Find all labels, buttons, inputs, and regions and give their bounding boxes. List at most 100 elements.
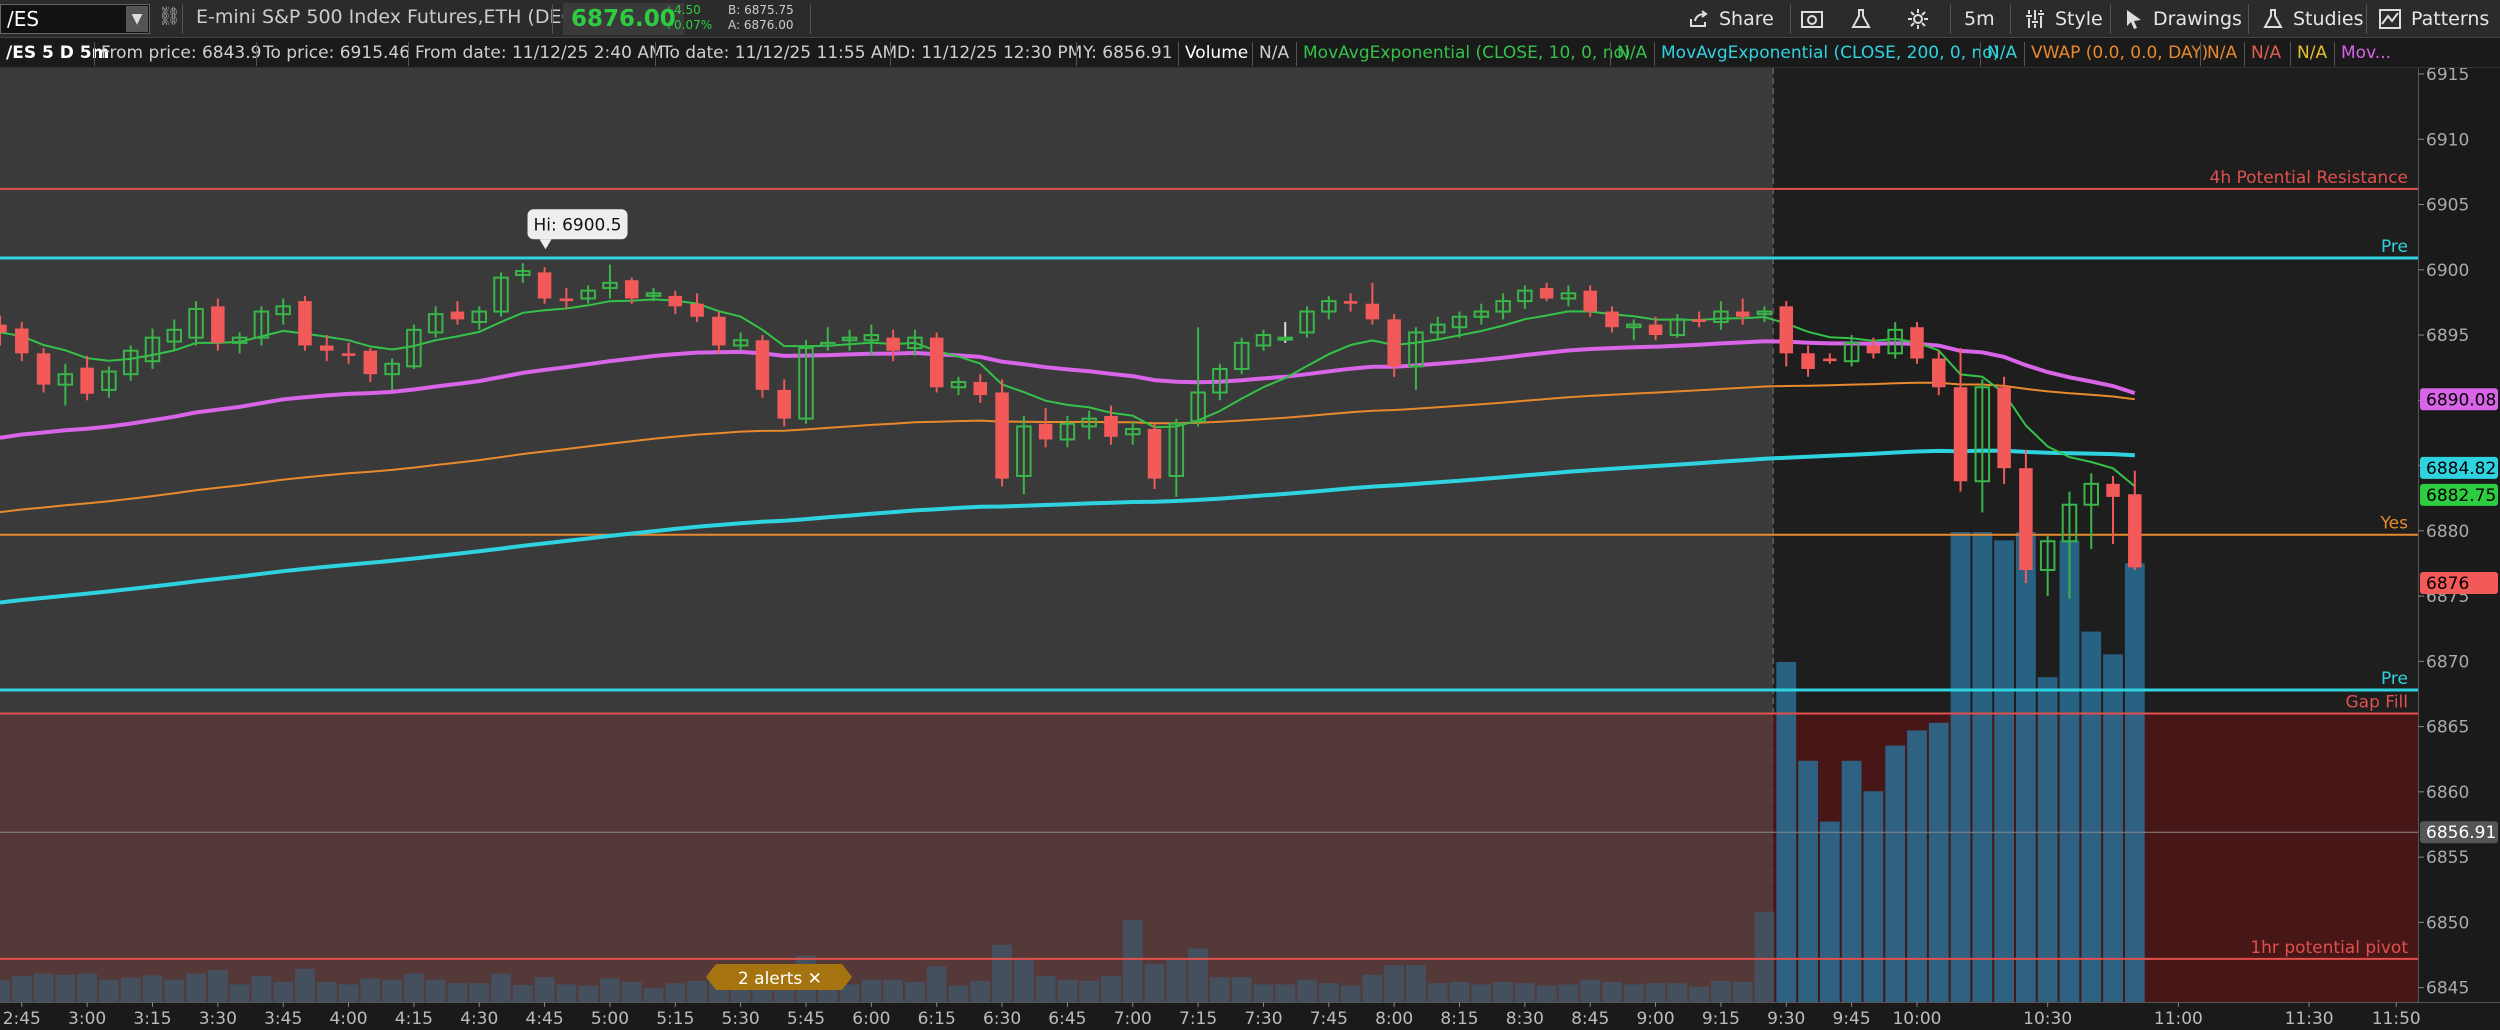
candle-body-down[interactable] [450, 311, 465, 320]
toolbar-divider [2366, 4, 2367, 34]
net-change: +4.50 +0.07% [664, 3, 712, 33]
candle-body-down[interactable] [1779, 306, 1794, 354]
volume-bar [425, 979, 446, 1002]
candle-body-down[interactable] [537, 272, 552, 299]
candle-body-down[interactable] [1038, 423, 1053, 440]
price-chart[interactable]: 4h Potential Resistance Pre Yes Pre Gap Fill… [0, 68, 2500, 1030]
candle-body-down[interactable] [80, 367, 94, 394]
candle-body-down[interactable] [668, 295, 683, 307]
candle-body-down[interactable] [1801, 353, 1815, 369]
share-label: Share [1719, 8, 1774, 30]
volume-value: N/A [1252, 42, 1295, 66]
candle-body-down[interactable] [1866, 345, 1881, 354]
candle-body-down[interactable] [2106, 483, 2120, 497]
volume-bar [1122, 920, 1143, 1002]
timeframe-label: 5m [1964, 8, 1995, 30]
vwap-label[interactable]: VWAP (0.0, 0.0, DAY) [2024, 42, 2214, 66]
candle-body-down[interactable] [755, 340, 770, 390]
x-tick-label: 7:00 [1114, 1009, 1152, 1029]
share-button[interactable]: Share [1688, 0, 1774, 38]
candle-body-up[interactable] [1277, 336, 1293, 341]
volume-bar [1863, 791, 1884, 1002]
volume-bar [1907, 730, 1927, 1002]
flask-button[interactable] [1850, 0, 1872, 38]
volume-bar [316, 982, 337, 1002]
candle-body-down[interactable] [995, 392, 1009, 479]
candle-body-down[interactable] [624, 280, 639, 299]
settings-button[interactable] [1907, 0, 1929, 38]
x-tick-label: 8:00 [1375, 1009, 1413, 1029]
timeframe-button[interactable]: 5m [1964, 0, 1995, 38]
candle-body-down[interactable] [559, 298, 574, 302]
x-tick-label: 10:30 [2023, 1009, 2072, 1029]
volume-label[interactable]: Volume [1178, 42, 1254, 66]
snapshot-button[interactable] [1800, 0, 1824, 38]
x-tick-label: 11:50 [2372, 1009, 2421, 1029]
volume-bar [600, 978, 620, 1002]
candle-body-down[interactable] [1387, 319, 1401, 367]
candle-body-down[interactable] [1823, 358, 1837, 362]
candle-body-down[interactable] [0, 324, 7, 333]
candle-body-down[interactable] [1365, 303, 1380, 320]
candle-body-down[interactable] [1605, 311, 1619, 328]
ema200-label[interactable]: MovAvgExponential (CLOSE, 200, 0, no) [1654, 42, 2005, 66]
y-tick-label: 6855 [2426, 848, 2469, 868]
link-icon[interactable]: ⛓ [158, 6, 181, 32]
toolbar-divider [810, 4, 811, 34]
candle-body-down[interactable] [2019, 468, 2033, 570]
style-button[interactable]: Style [2024, 0, 2103, 38]
volume-bar [1340, 985, 1361, 1002]
patterns-button[interactable]: Patterns [2378, 0, 2489, 38]
candle-body-down[interactable] [690, 303, 704, 317]
x-tick-label: 7:30 [1244, 1009, 1282, 1029]
candle-body-down[interactable] [973, 382, 988, 396]
x-tick-label: 2:45 [3, 1009, 41, 1029]
candle-body-down[interactable] [929, 337, 944, 388]
volume-bar [338, 984, 359, 1002]
candle-body-down[interactable] [1997, 387, 2011, 469]
y-tick-label: 6915 [2426, 68, 2469, 85]
candle-body-down[interactable] [1932, 358, 1946, 388]
candle-body-down[interactable] [1583, 290, 1597, 312]
candle-body-down[interactable] [363, 350, 378, 375]
x-tick-label: 3:15 [133, 1009, 171, 1029]
volume-bar [1057, 979, 1078, 1002]
candle-body-down[interactable] [1953, 387, 1968, 482]
chevron-down-icon[interactable]: ▼ [126, 6, 148, 32]
candle-body-down[interactable] [211, 306, 225, 343]
studies-button[interactable]: Studies [2262, 0, 2363, 38]
x-tick-label: 4:00 [329, 1009, 367, 1029]
y-tick-label: 6870 [2426, 652, 2469, 672]
x-tick-label: 4:15 [395, 1009, 433, 1029]
candle-body-down[interactable] [341, 353, 356, 356]
candle-body-down[interactable] [712, 316, 726, 346]
volume-bar [1297, 979, 1317, 1002]
candle-body-down[interactable] [1648, 324, 1663, 336]
candle-body-down[interactable] [2128, 494, 2142, 568]
candle-body-down[interactable] [320, 345, 334, 351]
drawings-button[interactable]: Drawings [2124, 0, 2242, 38]
mov-label[interactable]: Mov... [2334, 42, 2397, 66]
candle-body-down[interactable] [777, 389, 791, 419]
style-icon [2026, 10, 2044, 28]
volume-bar [120, 977, 141, 1002]
volume-bar [360, 978, 381, 1002]
vwap-value-2: N/A [2244, 42, 2287, 66]
candle-body-down[interactable] [886, 337, 900, 351]
candle-body-down[interactable] [15, 328, 29, 354]
candle-body-down[interactable] [1104, 415, 1118, 437]
candle-body-down[interactable] [298, 301, 312, 346]
high-annotation-label: Hi: 6900.5 [533, 215, 621, 235]
candle-body-down[interactable] [1539, 288, 1554, 299]
candle-body-down[interactable] [1910, 327, 1924, 359]
volume-bar [1602, 982, 1622, 1002]
candle-body-down[interactable] [1735, 311, 1750, 317]
alerts-label[interactable]: 2 alerts ✕ [738, 969, 822, 989]
net-change-value: +4.50 [664, 3, 701, 17]
candle-body-down[interactable] [1147, 429, 1162, 479]
candle-body-down[interactable] [1692, 319, 1706, 322]
candle-body-down[interactable] [36, 353, 51, 385]
ema10-label[interactable]: MovAvgExponential (CLOSE, 10, 0, no) [1296, 42, 1637, 66]
candle-body-down[interactable] [1343, 301, 1358, 304]
volume-bar [1188, 948, 1208, 1002]
